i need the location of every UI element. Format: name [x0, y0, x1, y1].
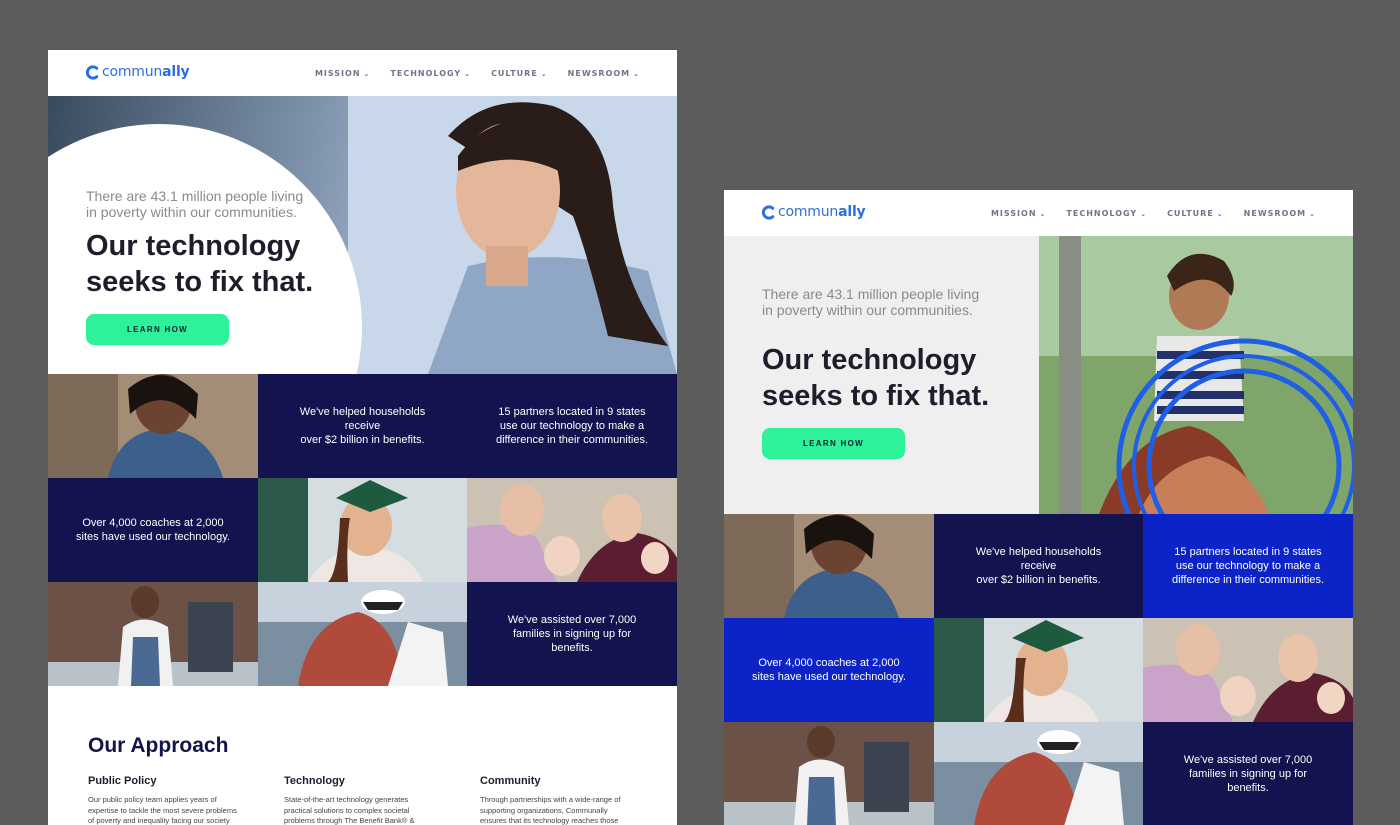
nav-culture[interactable]: CULTURE ⌄ [491, 69, 548, 78]
chevron-down-icon: ⌄ [633, 69, 640, 78]
approach-community: Community Through partnerships with a wi… [480, 775, 621, 825]
website-mockup-right: commun ally MISSION ⌄ TECHNOLOGY ⌄ CULTURE ⌄… [724, 190, 1353, 825]
stat-partners: 15 partners located in 9 states use our t… [467, 374, 677, 478]
main-nav: MISSION ⌄ TECHNOLOGY ⌄ CULTURE ⌄ NEWSROOM ⌄ [315, 69, 640, 78]
stat-benefits: We've helped households receive over $2 b… [258, 374, 467, 478]
photo-grandparents [1143, 618, 1353, 722]
nav-newsroom[interactable]: NEWSROOM ⌄ [1244, 209, 1316, 218]
hero-intro: There are 43.1 million people living in p… [86, 188, 304, 220]
stat-families: We've assisted over 7,000 families in sig… [1143, 722, 1353, 825]
photo-sailor-hug [934, 722, 1143, 825]
chevron-down-icon: ⌄ [1039, 209, 1047, 218]
photo-smiling-woman [48, 374, 258, 478]
site-header: commun ally MISSION ⌄ TECHNOLOGY ⌄ CULTURE ⌄… [724, 190, 1353, 236]
hero-section: There are 43.1 million people living in p… [724, 236, 1353, 514]
photo-graduate [934, 618, 1143, 722]
approach-section: Our Approach Public Policy Our public po… [48, 686, 677, 825]
nav-culture[interactable]: CULTURE ⌄ [1167, 209, 1224, 218]
photo-chef [48, 582, 258, 686]
photo-chef [724, 722, 934, 825]
stats-grid: We've helped households receive over $2 b… [48, 374, 677, 686]
approach-technology: Technology State-of-the-art technology g… [284, 775, 415, 825]
logo-text-suffix: ally [162, 64, 190, 80]
logo-text-prefix: commun [102, 64, 163, 80]
chevron-down-icon: ⌄ [1216, 209, 1224, 218]
nav-newsroom[interactable]: NEWSROOM ⌄ [568, 69, 640, 78]
hero-headline: Our technology seeks to fix that. [86, 230, 314, 298]
approach-public-policy: Public Policy Our public policy team app… [88, 775, 237, 825]
stat-families: We've assisted over 7,000 families in sig… [467, 582, 677, 686]
logo-text-prefix: commun [778, 204, 839, 220]
chevron-down-icon: ⌄ [540, 69, 548, 78]
communally-logo[interactable]: commun ally [761, 204, 866, 220]
logo-mark-icon [85, 64, 99, 80]
site-header: commun ally MISSION ⌄ TECHNOLOGY ⌄ CULTURE ⌄… [48, 50, 677, 96]
communally-logo[interactable]: commun ally [85, 64, 190, 80]
logo-mark-icon [761, 204, 775, 220]
hero-photo-child [1039, 236, 1353, 514]
stat-coaches: Over 4,000 coaches at 2,000 sites have us… [48, 478, 258, 582]
nav-mission[interactable]: MISSION ⌄ [315, 69, 370, 78]
learn-how-button[interactable]: LEARN HOW [762, 428, 905, 459]
chevron-down-icon: ⌄ [1140, 209, 1148, 218]
nav-mission[interactable]: MISSION ⌄ [991, 209, 1046, 218]
nav-technology[interactable]: TECHNOLOGY ⌄ [1066, 209, 1147, 218]
hero-intro: There are 43.1 million people living in p… [762, 286, 980, 318]
stat-coaches: Over 4,000 coaches at 2,000 sites have us… [724, 618, 934, 722]
chevron-down-icon: ⌄ [363, 69, 371, 78]
photo-sailor-hug [258, 582, 467, 686]
stat-benefits: We've helped households receive over $2 b… [934, 514, 1143, 618]
website-mockup-left: commun ally MISSION ⌄ TECHNOLOGY ⌄ CULTURE ⌄… [48, 50, 677, 825]
learn-how-button[interactable]: LEARN HOW [86, 314, 229, 345]
stats-grid: We've helped households receive over $2 b… [724, 514, 1353, 825]
chevron-down-icon: ⌄ [464, 69, 472, 78]
logo-text-suffix: ally [838, 204, 866, 220]
main-nav: MISSION ⌄ TECHNOLOGY ⌄ CULTURE ⌄ NEWSROOM ⌄ [991, 209, 1316, 218]
hero-section: There are 43.1 million people living in p… [48, 96, 677, 374]
hero-headline: Our technology seeks to fix that. [762, 344, 990, 412]
approach-title: Our Approach [88, 734, 229, 757]
photo-graduate [258, 478, 467, 582]
nav-technology[interactable]: TECHNOLOGY ⌄ [390, 69, 471, 78]
photo-smiling-woman [724, 514, 934, 618]
photo-grandparents [467, 478, 677, 582]
stat-partners: 15 partners located in 9 states use our t… [1143, 514, 1353, 618]
chevron-down-icon: ⌄ [1309, 209, 1316, 218]
